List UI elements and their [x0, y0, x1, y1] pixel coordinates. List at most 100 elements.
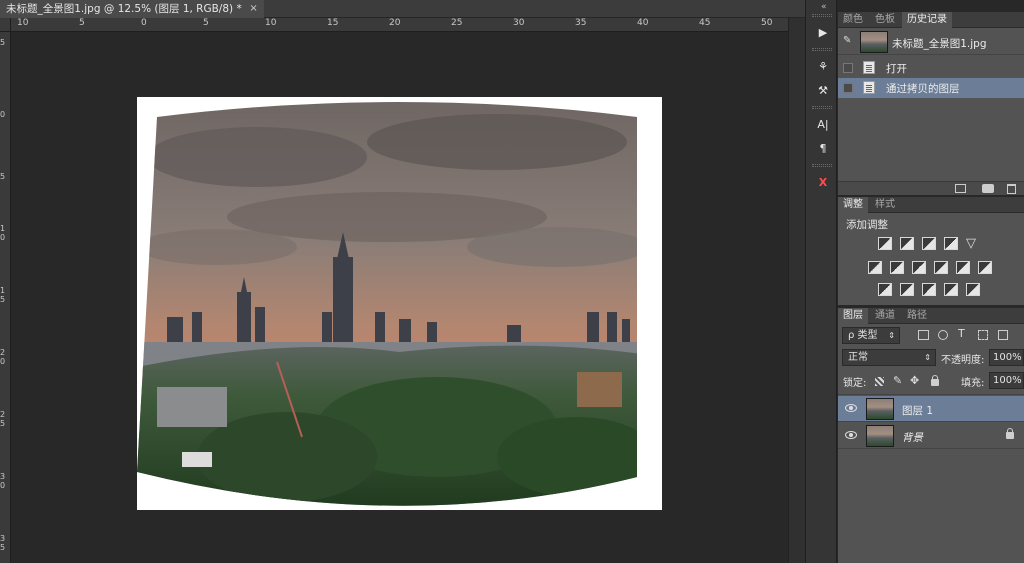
tab-color[interactable]: 颜色 — [838, 12, 868, 28]
layer-thumbnail — [866, 398, 894, 420]
layer-name: 背景 — [902, 432, 923, 444]
new-document-from-state-icon[interactable] — [955, 184, 966, 193]
adjustments-panel-tabs: 调整 样式 — [838, 197, 1024, 213]
chevron-updown-icon: ⇕ — [888, 331, 895, 340]
history-state-label: 通过拷贝的图层 — [886, 83, 960, 95]
gradient-map-icon[interactable] — [966, 283, 980, 296]
trash-icon[interactable] — [1007, 184, 1016, 194]
photo-filter-icon[interactable] — [934, 261, 948, 274]
snapshot-name: 未标题_全景图1.jpg — [892, 38, 987, 50]
tab-history[interactable]: 历史记录 — [902, 12, 952, 28]
history-panel: 颜色 色板 历史记录 ✎ 未标题_全景图1.jpg 打开 通过拷贝的图层 — [838, 12, 1024, 195]
levels-icon[interactable] — [900, 237, 914, 250]
fill-label: 填充: — [961, 378, 985, 389]
history-snapshot[interactable]: ✎ 未标题_全景图1.jpg — [838, 29, 1024, 55]
play-icon[interactable]: ▶ — [813, 22, 833, 42]
ruler-left-label: 2 5 — [0, 410, 6, 428]
paragraph-icon[interactable]: ¶ — [813, 138, 833, 158]
opacity-label: 不透明度: — [941, 355, 985, 366]
history-document-icon — [863, 81, 875, 94]
color-lookup-icon[interactable] — [978, 261, 992, 274]
camera-snapshot-icon[interactable] — [982, 184, 994, 193]
lock-position-icon[interactable]: ✥ — [910, 374, 919, 387]
visibility-eye-icon[interactable] — [845, 431, 857, 439]
layer-lock-icon — [1006, 428, 1014, 439]
collapse-panels-icon[interactable]: « — [821, 2, 827, 12]
ruler-top-label: 50 — [761, 18, 773, 28]
ruler-top-label: 15 — [327, 18, 339, 28]
snapshot-brush-icon[interactable]: ✎ — [843, 35, 855, 47]
history-state-checkbox[interactable] — [843, 83, 853, 93]
tab-styles[interactable]: 样式 — [870, 197, 900, 213]
document-tab[interactable]: 未标题_全景图1.jpg @ 12.5% (图层 1, RGB/8) * × — [0, 0, 264, 18]
panel-tool-strip: ▶ ⚘ ⚒ A| ¶ X — [805, 0, 837, 563]
ruler-left-label: 0 — [0, 110, 6, 119]
history-state-checkbox[interactable] — [843, 63, 853, 73]
layer-thumbnail — [866, 425, 894, 447]
blend-mode-select[interactable]: 正常 ⇕ — [842, 349, 936, 366]
exposure-icon[interactable] — [944, 237, 958, 250]
black-white-icon[interactable] — [912, 261, 926, 274]
ruler-left-label: 1 5 — [0, 286, 6, 304]
filter-pixel-icon[interactable] — [918, 330, 929, 340]
tab-adjustments[interactable]: 调整 — [838, 197, 868, 213]
filter-type-icon[interactable]: T — [958, 327, 965, 340]
tab-swatches[interactable]: 色板 — [870, 12, 900, 28]
history-state-label: 打开 — [886, 63, 907, 75]
opacity-input[interactable]: 100% — [989, 349, 1024, 366]
history-document-icon — [863, 61, 875, 74]
layer-filter-kind-select[interactable]: ρ 类型 ⇕ — [842, 327, 900, 344]
color-balance-icon[interactable] — [890, 261, 904, 274]
threshold-icon[interactable] — [922, 283, 936, 296]
brush-preset-icon[interactable]: ⚘ — [813, 56, 833, 76]
hue-saturation-icon[interactable] — [868, 261, 882, 274]
ruler-top-label: 30 — [513, 18, 525, 28]
curves-icon[interactable] — [922, 237, 936, 250]
posterize-icon[interactable] — [900, 283, 914, 296]
invert-icon[interactable] — [878, 283, 892, 296]
history-state-layer-via-copy[interactable]: 通过拷贝的图层 — [838, 78, 1024, 98]
tab-channels[interactable]: 通道 — [870, 308, 900, 324]
layer-name: 图层 1 — [902, 405, 934, 417]
layers-panel: 图层 通道 路径 ρ 类型 ⇕ T 正常 ⇕ 不透明度: 100% 锁定: ✎ … — [838, 308, 1024, 563]
canvas-vertical-scrollbar[interactable] — [788, 18, 805, 563]
lock-image-icon[interactable]: ✎ — [893, 374, 902, 387]
strip-grip[interactable] — [812, 164, 832, 167]
lock-all-icon[interactable] — [931, 375, 939, 386]
visibility-eye-icon[interactable] — [845, 404, 857, 412]
lock-transparent-icon[interactable] — [875, 377, 884, 386]
ruler-top-label: 5 — [79, 18, 85, 28]
ruler-top-label: 45 — [699, 18, 711, 28]
adjustments-panel: 调整 样式 添加调整 ▽ — [838, 197, 1024, 305]
close-tab-icon[interactable]: × — [249, 0, 257, 18]
ruler-top[interactable]: 10 5 0 5 10 15 20 25 30 35 40 45 50 — [11, 18, 805, 32]
document-tab-bar: 未标题_全景图1.jpg @ 12.5% (图层 1, RGB/8) * × — [0, 0, 805, 18]
ruler-top-label: 20 — [389, 18, 401, 28]
tab-paths[interactable]: 路径 — [902, 308, 932, 324]
brightness-icon[interactable] — [878, 237, 892, 250]
strip-grip[interactable] — [812, 14, 832, 17]
adjustments-heading: 添加调整 — [846, 219, 888, 231]
ruler-top-label: 40 — [637, 18, 649, 28]
character-icon[interactable]: A| — [813, 114, 833, 134]
tab-layers[interactable]: 图层 — [838, 308, 868, 324]
layers-panel-tabs: 图层 通道 路径 — [838, 308, 1024, 324]
history-state-open[interactable]: 打开 — [838, 58, 1024, 78]
document-canvas[interactable] — [137, 97, 662, 510]
vibrance-icon[interactable]: ▽ — [966, 237, 980, 250]
layer-row-background[interactable]: 背景 — [838, 423, 1024, 449]
filter-adjustment-icon[interactable] — [938, 330, 948, 340]
ruler-left[interactable]: 5 0 5 1 0 1 5 2 0 2 5 3 0 3 5 — [0, 32, 11, 563]
tool-presets-icon[interactable]: ⚒ — [813, 80, 833, 100]
history-panel-tabs: 颜色 色板 历史记录 — [838, 12, 1024, 28]
selective-color-icon[interactable] — [944, 283, 958, 296]
strip-grip[interactable] — [812, 48, 832, 51]
layer-row-layer1[interactable]: 图层 1 — [838, 396, 1024, 422]
strip-grip[interactable] — [812, 106, 832, 109]
channel-mixer-icon[interactable] — [956, 261, 970, 274]
filter-shape-icon[interactable] — [978, 330, 988, 340]
fill-input[interactable]: 100% — [989, 372, 1024, 389]
filter-smart-object-icon[interactable] — [998, 330, 1008, 340]
x-tool-icon[interactable]: X — [813, 172, 833, 192]
ruler-top-label: 10 — [265, 18, 277, 28]
